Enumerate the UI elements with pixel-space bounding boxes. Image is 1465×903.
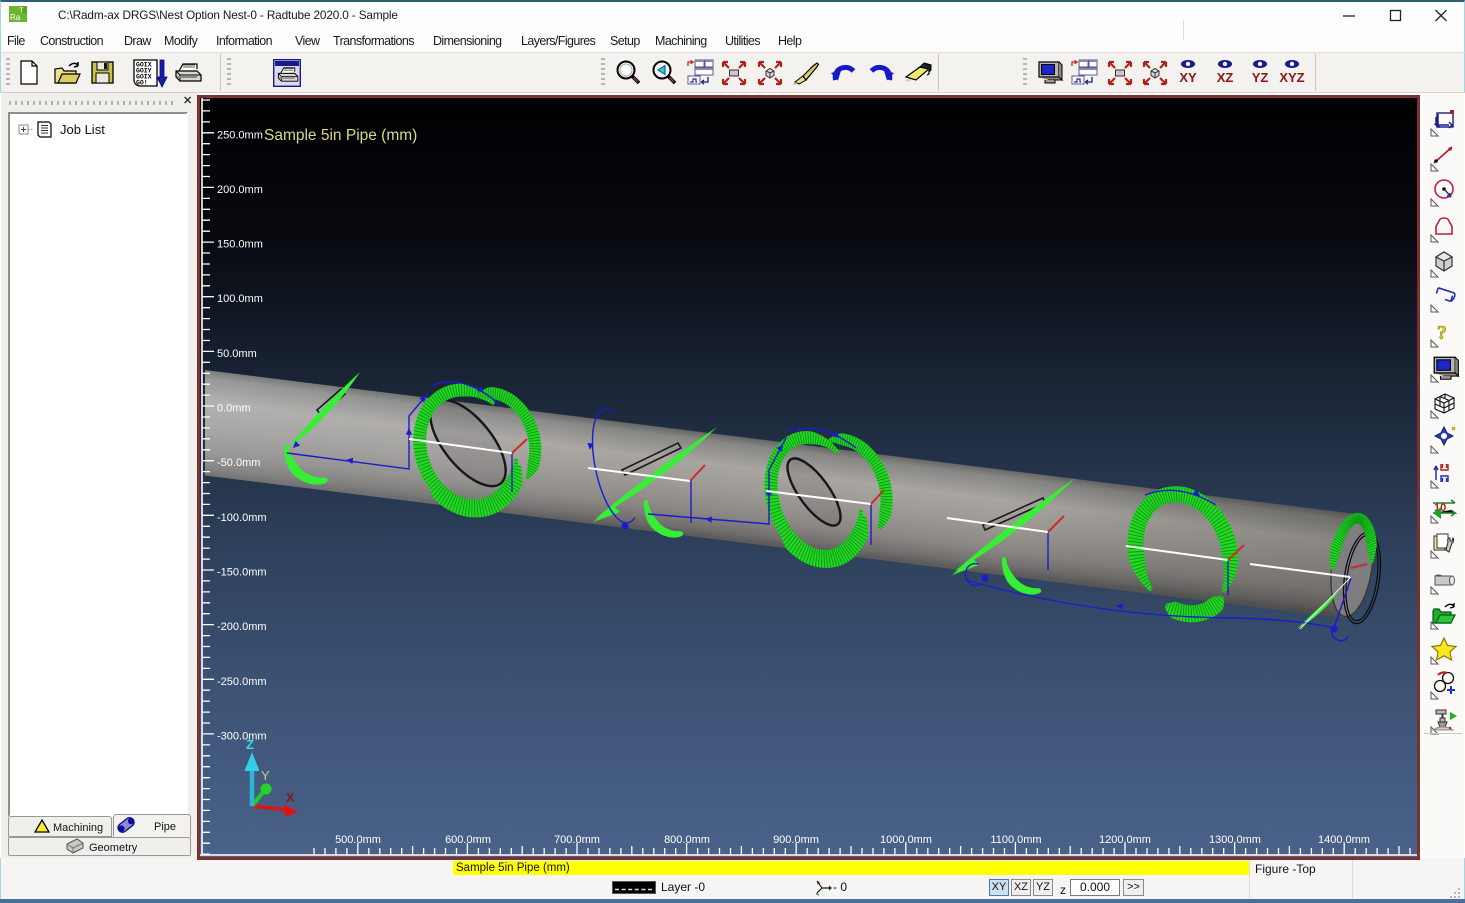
- svg-text:100.0mm: 100.0mm: [217, 293, 263, 305]
- svg-text:Pipe: Pipe: [154, 821, 176, 833]
- svg-text:600.0mm: 600.0mm: [445, 834, 491, 846]
- svg-text:1400.0mm: 1400.0mm: [1318, 834, 1370, 846]
- svg-text:XZ: XZ: [1217, 70, 1234, 85]
- svg-text:1200.0mm: 1200.0mm: [1099, 834, 1151, 846]
- svg-text:Job List: Job List: [60, 122, 105, 137]
- svg-text:900.0mm: 900.0mm: [773, 834, 819, 846]
- svg-text:500.0mm: 500.0mm: [335, 834, 381, 846]
- svg-text:XY: XY: [1179, 70, 1197, 85]
- svg-text:-200.0mm: -200.0mm: [217, 621, 267, 633]
- svg-text:-100.0mm: -100.0mm: [217, 512, 267, 524]
- svg-text:?: ?: [1437, 322, 1447, 344]
- svg-text:Machining: Machining: [53, 822, 103, 834]
- svg-text:0.0mm: 0.0mm: [217, 403, 251, 415]
- svg-text:YZ: YZ: [1252, 70, 1269, 85]
- svg-text:1000.0mm: 1000.0mm: [880, 834, 932, 846]
- svg-text:XYZ: XYZ: [1279, 70, 1304, 85]
- svg-text:200.0mm: 200.0mm: [217, 184, 263, 196]
- svg-text:-150.0mm: -150.0mm: [217, 567, 267, 579]
- svg-text:Y: Y: [261, 768, 270, 783]
- svg-text:1300.0mm: 1300.0mm: [1209, 834, 1261, 846]
- svg-text:-300.0mm: -300.0mm: [217, 730, 267, 742]
- svg-text:Geometry: Geometry: [89, 842, 138, 854]
- svg-text:150.0mm: 150.0mm: [217, 239, 263, 251]
- svg-text:Ra: Ra: [10, 13, 21, 22]
- svg-text:50.0mm: 50.0mm: [217, 348, 257, 360]
- svg-text:1100.0mm: 1100.0mm: [990, 834, 1041, 846]
- svg-text:X: X: [286, 790, 295, 805]
- svg-text:GO!: GO!: [136, 80, 148, 87]
- svg-text:800.0mm: 800.0mm: [664, 834, 710, 846]
- svg-text:250.0mm: 250.0mm: [217, 129, 263, 141]
- svg-text:Sample 5in Pipe (mm): Sample 5in Pipe (mm): [264, 127, 417, 144]
- svg-text:-50.0mm: -50.0mm: [217, 457, 260, 469]
- svg-text:-250.0mm: -250.0mm: [217, 676, 267, 688]
- svg-text:700.0mm: 700.0mm: [554, 834, 600, 846]
